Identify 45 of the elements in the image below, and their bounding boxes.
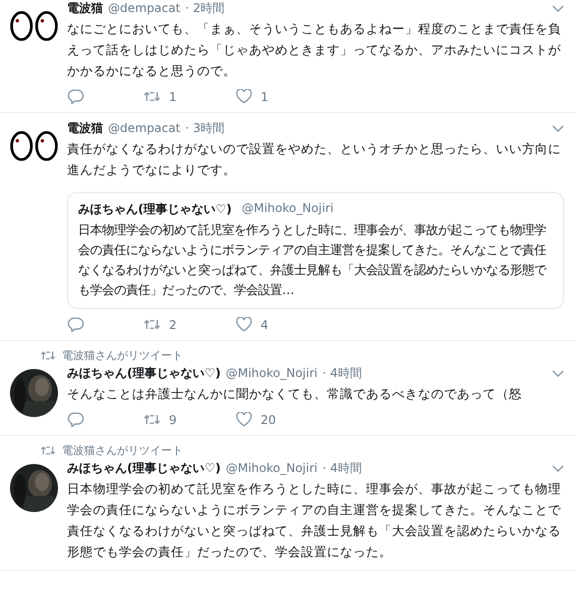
user-handle[interactable]: @Mihoko_Nojiri bbox=[226, 366, 318, 380]
reply-icon[interactable] bbox=[67, 317, 85, 332]
quoted-user-name: みほちゃん(理事じゃない♡) bbox=[78, 201, 232, 218]
quoted-tweet-text: 日本物理学会の初めて託児室を作ろうとした時に、理事会が、事故が起こっても物理学会の責任にならないようにボランティアの自主運営を提案してきた。そんなことで責任なくなるわけがないと突っぱねて、弁護士見解も「大会設置を認めたらいかなる形態でも学会の責任」だったので、学会設置… bbox=[78, 221, 548, 299]
tweet-time[interactable]: · 4時間 bbox=[322, 460, 362, 477]
like-count: 20 bbox=[260, 412, 276, 426]
quoted-user-handle: @Mihoko_Nojiri bbox=[242, 201, 334, 217]
reply-icon[interactable] bbox=[67, 89, 85, 104]
user-name[interactable]: 電波猫 bbox=[67, 0, 103, 17]
tweet-time[interactable]: · 2時間 bbox=[185, 0, 225, 17]
tweet-time[interactable]: · 3時間 bbox=[185, 120, 225, 137]
heart-icon[interactable] bbox=[234, 412, 253, 427]
retweet-label: 電波猫さんがリツイート bbox=[62, 443, 183, 458]
chevron-down-icon[interactable] bbox=[552, 5, 564, 12]
tweet-time[interactable]: · 4時間 bbox=[322, 365, 362, 382]
user-handle[interactable]: @Mihoko_Nojiri bbox=[226, 461, 318, 475]
retweet-count: 2 bbox=[169, 318, 177, 332]
retweet-icon[interactable] bbox=[143, 412, 161, 427]
tweet-text: なにごとにおいても、「まぁ、そういうこともあるよねー」程度のことまで責任を負えって話をしはじめたら「じゃあやめときます」ってなるか、アホみたいにコストがかかるかになると思うので。 bbox=[67, 20, 562, 80]
user-name[interactable]: みほちゃん(理事じゃない♡) bbox=[67, 365, 221, 382]
eyes-avatar bbox=[8, 130, 58, 162]
tweet-text: 責任がなくなるわけがないので設置をやめた、というオチかと思ったら、いい方向に進んだようでなによりです。 bbox=[67, 140, 562, 179]
eyes-avatar bbox=[8, 10, 58, 42]
user-name[interactable]: みほちゃん(理事じゃない♡) bbox=[67, 460, 221, 477]
like-count: 4 bbox=[260, 318, 268, 332]
retweet-icon[interactable] bbox=[143, 317, 161, 332]
retweet-icon bbox=[40, 445, 56, 456]
chevron-down-icon[interactable] bbox=[552, 125, 564, 132]
retweet-count: 1 bbox=[169, 90, 177, 104]
user-name[interactable]: 電波猫 bbox=[67, 120, 103, 137]
user-handle[interactable]: @dempacat bbox=[108, 121, 180, 135]
like-count: 1 bbox=[260, 90, 268, 104]
retweet-icon[interactable] bbox=[143, 89, 161, 104]
retweet-count: 9 bbox=[169, 412, 177, 426]
reply-icon[interactable] bbox=[67, 412, 85, 427]
heart-icon[interactable] bbox=[234, 89, 253, 104]
tweet-text: そんなことは弁護士なんかに聞かなくても、常識であるべきなのであって（怒 bbox=[67, 385, 523, 403]
retweet-label: 電波猫さんがリツイート bbox=[62, 348, 183, 363]
heart-icon[interactable] bbox=[234, 317, 253, 332]
chevron-down-icon[interactable] bbox=[552, 370, 564, 377]
tweet-text: 日本物理学会の初めて託児室を作ろうとした時に、理事会が、事故が起こっても物理学会の責任にならないようにボランティアの自主運営を提案してきた。そんなことで責任なくなるわけがないと突っぱねて、弁護士見解も「大会設置を認めたらいかなる形態でも学会の責任」だったので、学会設置になった。 bbox=[67, 480, 562, 561]
quoted-tweet[interactable]: みほちゃん(理事じゃない♡) @Mihoko_Nojiri 日本物理学会の初めて託児室を作ろうとした時に、理事会が、事故が起こっても物理学会の責任にならないようにボランティアの自主運営を提案してきた。そんなことで責任なくなるわけがないと突っぱねて、弁護士見解も「大会設置を認めたらいかなる形態でも学会の責任」だったので、学会設置… bbox=[67, 192, 564, 309]
chevron-down-icon[interactable] bbox=[552, 465, 564, 472]
user-handle[interactable]: @dempacat bbox=[108, 1, 180, 15]
retweet-icon bbox=[40, 350, 56, 361]
